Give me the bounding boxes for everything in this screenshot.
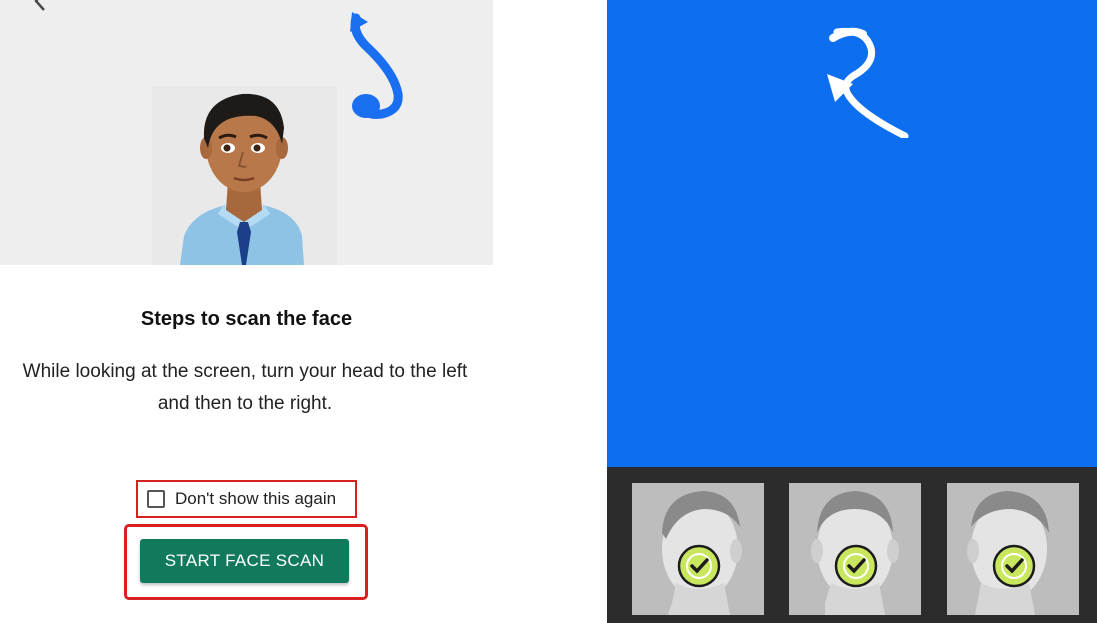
dont-show-again-checkbox[interactable] (147, 490, 165, 508)
scan-viewport (607, 0, 1097, 467)
check-icon (677, 544, 721, 588)
scan-panel (607, 0, 1097, 623)
dont-show-again-label[interactable]: Don't show this again (175, 489, 336, 509)
avatar-illustration (152, 86, 337, 265)
capture-thumbnail-right (947, 483, 1079, 615)
start-face-scan-button[interactable]: START FACE SCAN (140, 539, 349, 583)
dont-show-again-checkbox-row[interactable]: Don't show this again (136, 480, 357, 518)
check-icon (834, 544, 878, 588)
steps-title: Steps to scan the face (140, 308, 353, 330)
capture-thumbnail-center (789, 483, 921, 615)
instructions-panel: Steps to scan the face While looking at … (0, 0, 493, 623)
turn-direction-arrow-icon (827, 27, 909, 138)
face-scan-page: Steps to scan the face While looking at … (0, 0, 1097, 623)
check-icon (992, 544, 1036, 588)
turn-head-arrow-icon (350, 12, 403, 119)
steps-description: While looking at the screen, turn your h… (22, 361, 468, 414)
capture-thumbnail-strip (607, 467, 1097, 623)
back-arrow-icon[interactable] (28, 0, 54, 14)
capture-thumbnail-left (632, 483, 764, 615)
illustration-area (0, 0, 493, 265)
